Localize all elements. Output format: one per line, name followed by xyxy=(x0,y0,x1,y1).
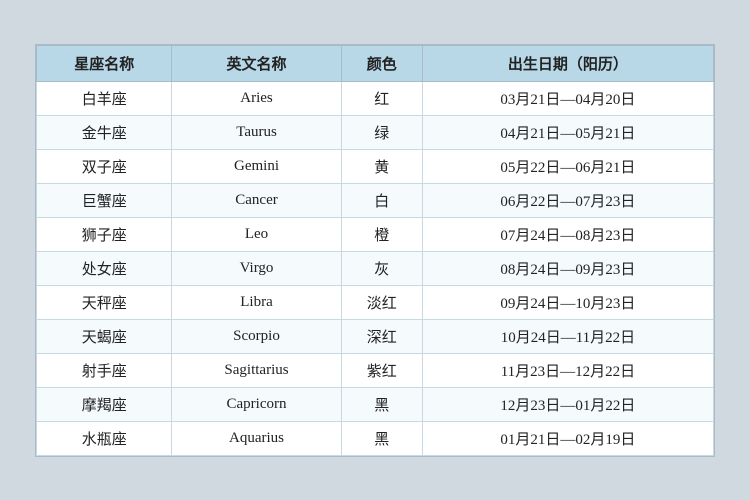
cell-date: 08月24日—09月23日 xyxy=(422,251,713,285)
table-row: 水瓶座Aquarius黑01月21日—02月19日 xyxy=(37,421,714,455)
zodiac-table: 星座名称 英文名称 颜色 出生日期（阳历） 白羊座Aries红03月21日—04… xyxy=(36,45,714,456)
cell-date: 04月21日—05月21日 xyxy=(422,115,713,149)
table-row: 巨蟹座Cancer白06月22日—07月23日 xyxy=(37,183,714,217)
cell-date: 12月23日—01月22日 xyxy=(422,387,713,421)
cell-chinese: 天秤座 xyxy=(37,285,172,319)
cell-english: Capricorn xyxy=(172,387,341,421)
cell-english: Gemini xyxy=(172,149,341,183)
cell-color: 橙 xyxy=(341,217,422,251)
cell-chinese: 巨蟹座 xyxy=(37,183,172,217)
table-row: 白羊座Aries红03月21日—04月20日 xyxy=(37,81,714,115)
table-body: 白羊座Aries红03月21日—04月20日金牛座Taurus绿04月21日—0… xyxy=(37,81,714,455)
cell-chinese: 处女座 xyxy=(37,251,172,285)
cell-english: Scorpio xyxy=(172,319,341,353)
table-row: 天秤座Libra淡红09月24日—10月23日 xyxy=(37,285,714,319)
cell-date: 06月22日—07月23日 xyxy=(422,183,713,217)
cell-color: 黑 xyxy=(341,387,422,421)
table-row: 狮子座Leo橙07月24日—08月23日 xyxy=(37,217,714,251)
table-row: 处女座Virgo灰08月24日—09月23日 xyxy=(37,251,714,285)
cell-english: Sagittarius xyxy=(172,353,341,387)
cell-color: 红 xyxy=(341,81,422,115)
table-header-row: 星座名称 英文名称 颜色 出生日期（阳历） xyxy=(37,45,714,81)
cell-color: 灰 xyxy=(341,251,422,285)
table-row: 金牛座Taurus绿04月21日—05月21日 xyxy=(37,115,714,149)
cell-english: Virgo xyxy=(172,251,341,285)
header-chinese: 星座名称 xyxy=(37,45,172,81)
cell-english: Libra xyxy=(172,285,341,319)
table-row: 摩羯座Capricorn黑12月23日—01月22日 xyxy=(37,387,714,421)
cell-color: 深红 xyxy=(341,319,422,353)
cell-chinese: 摩羯座 xyxy=(37,387,172,421)
cell-color: 淡红 xyxy=(341,285,422,319)
cell-english: Taurus xyxy=(172,115,341,149)
header-color: 颜色 xyxy=(341,45,422,81)
header-english: 英文名称 xyxy=(172,45,341,81)
table-row: 天蝎座Scorpio深红10月24日—11月22日 xyxy=(37,319,714,353)
cell-color: 黄 xyxy=(341,149,422,183)
cell-chinese: 双子座 xyxy=(37,149,172,183)
cell-date: 09月24日—10月23日 xyxy=(422,285,713,319)
cell-date: 03月21日—04月20日 xyxy=(422,81,713,115)
cell-date: 11月23日—12月22日 xyxy=(422,353,713,387)
cell-english: Aries xyxy=(172,81,341,115)
table-row: 射手座Sagittarius紫红11月23日—12月22日 xyxy=(37,353,714,387)
cell-date: 01月21日—02月19日 xyxy=(422,421,713,455)
cell-date: 10月24日—11月22日 xyxy=(422,319,713,353)
cell-chinese: 天蝎座 xyxy=(37,319,172,353)
cell-color: 紫红 xyxy=(341,353,422,387)
cell-chinese: 水瓶座 xyxy=(37,421,172,455)
cell-english: Leo xyxy=(172,217,341,251)
cell-color: 白 xyxy=(341,183,422,217)
header-date: 出生日期（阳历） xyxy=(422,45,713,81)
cell-english: Cancer xyxy=(172,183,341,217)
cell-date: 05月22日—06月21日 xyxy=(422,149,713,183)
cell-color: 黑 xyxy=(341,421,422,455)
cell-color: 绿 xyxy=(341,115,422,149)
table-row: 双子座Gemini黄05月22日—06月21日 xyxy=(37,149,714,183)
cell-chinese: 射手座 xyxy=(37,353,172,387)
cell-date: 07月24日—08月23日 xyxy=(422,217,713,251)
cell-chinese: 白羊座 xyxy=(37,81,172,115)
zodiac-table-container: 星座名称 英文名称 颜色 出生日期（阳历） 白羊座Aries红03月21日—04… xyxy=(35,44,715,457)
cell-chinese: 金牛座 xyxy=(37,115,172,149)
cell-chinese: 狮子座 xyxy=(37,217,172,251)
cell-english: Aquarius xyxy=(172,421,341,455)
